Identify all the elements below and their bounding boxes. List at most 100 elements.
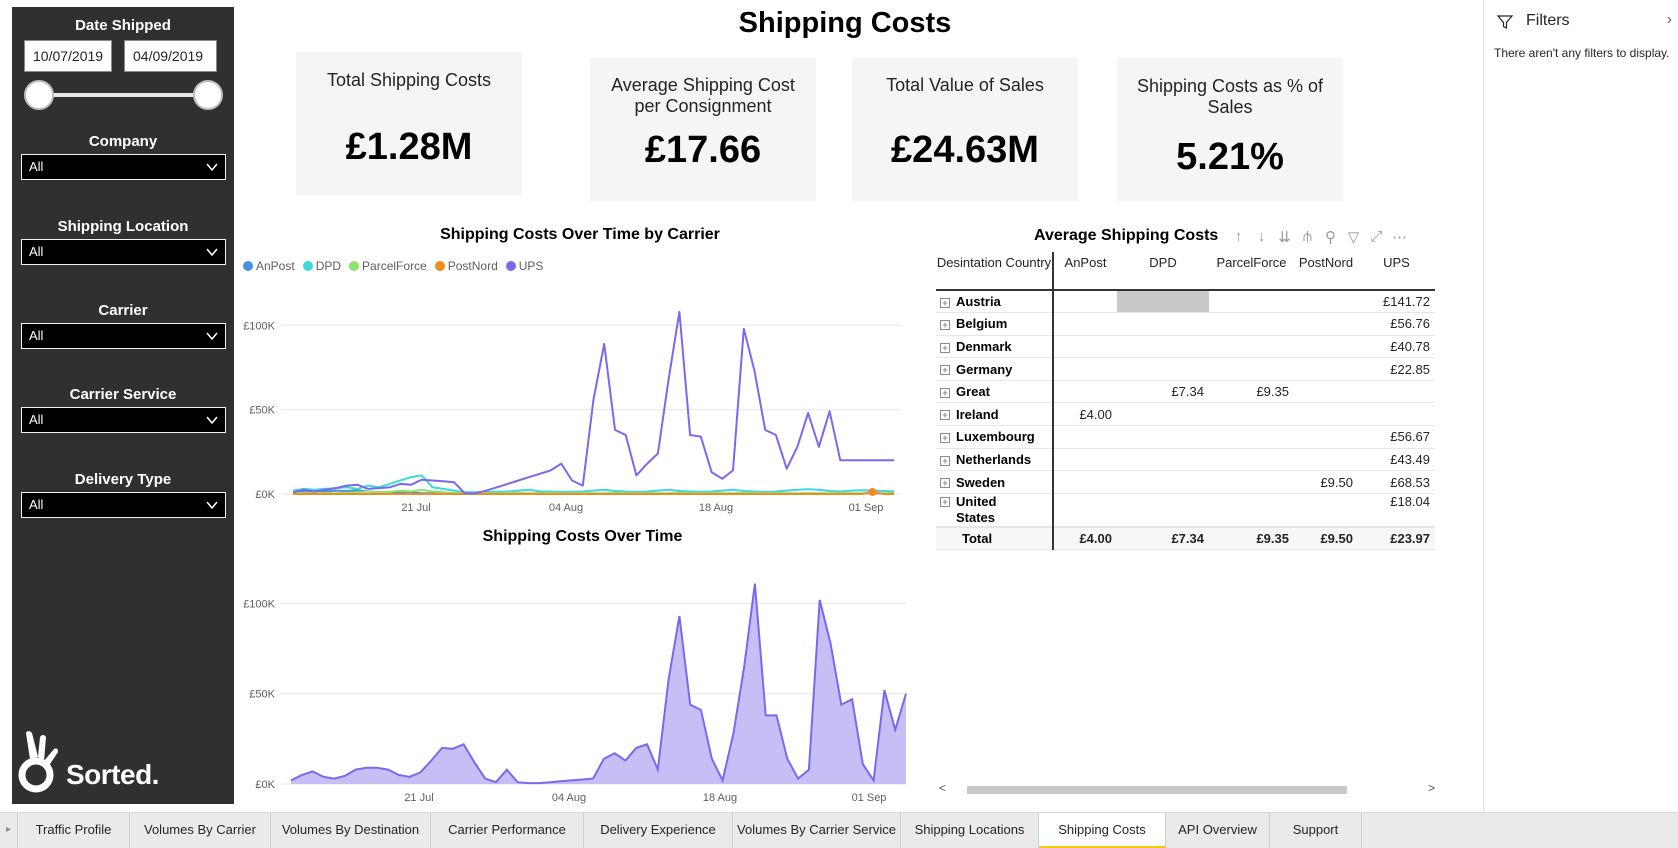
expand-row-icon[interactable]: + — [940, 319, 950, 330]
page-tab[interactable]: Delivery Experience — [584, 813, 733, 848]
area-chart[interactable]: £0K £50K £100K 21 Jul 04 Aug 18 Aug 01 Sep — [236, 570, 910, 806]
expand-row-icon[interactable]: + — [940, 365, 950, 376]
table-cell — [1294, 380, 1358, 404]
collapse-pane-icon[interactable]: › — [1667, 11, 1672, 29]
table-cell — [1117, 402, 1209, 427]
slicer-value: All — [29, 412, 44, 427]
matrix-horizontal-scrollbar[interactable]: < > — [937, 781, 1439, 796]
table-row[interactable]: + Ireland £4.00 — [936, 402, 1435, 427]
kpi-card-average-shipping-cost[interactable]: Average Shipping Cost per Consignment £1… — [590, 58, 816, 201]
row-header[interactable]: + Denmark — [936, 335, 1054, 359]
table-row[interactable]: + Netherlands £43.49 — [936, 448, 1435, 472]
date-end-input[interactable]: 04/09/2019 — [124, 40, 217, 72]
logo-text: Sorted. — [66, 759, 159, 790]
table-row[interactable]: + United States £18.04 — [936, 493, 1435, 528]
column-header[interactable]: AnPost — [1053, 252, 1117, 291]
date-range-end-handle[interactable] — [193, 80, 223, 110]
slicer-dropdown[interactable]: All — [21, 492, 226, 518]
series-line[interactable] — [292, 310, 894, 495]
date-range-start-handle[interactable] — [24, 80, 54, 110]
scrollbar-thumb[interactable] — [967, 786, 1347, 794]
date-start-input[interactable]: 10/07/2019 — [24, 40, 112, 72]
column-header[interactable]: Desintation Country — [936, 252, 1054, 291]
expand-row-icon[interactable]: + — [940, 455, 950, 466]
kpi-card-total-value-of-sales[interactable]: Total Value of Sales £24.63M — [852, 58, 1078, 201]
table-row[interactable]: + Sweden £9.50 £68.53 — [936, 470, 1435, 494]
table-row[interactable]: + Austria £141.72 — [936, 290, 1435, 314]
row-header[interactable]: + Ireland — [936, 402, 1054, 427]
column-header[interactable]: PostNord — [1294, 252, 1358, 291]
table-row[interactable]: + Luxembourg £56.67 — [936, 425, 1435, 449]
page-tab[interactable]: Volumes By Carrier Service — [733, 813, 901, 848]
total-cell: £23.97 — [1358, 525, 1435, 550]
focus-mode-icon[interactable]: ⤢ — [1368, 228, 1385, 246]
series-point[interactable] — [868, 487, 877, 496]
scroll-left-icon[interactable]: < — [939, 781, 946, 795]
slicer-dropdown[interactable]: All — [21, 154, 226, 180]
filter-icon[interactable]: ▽ — [1345, 228, 1362, 246]
filters-empty-message: There aren't any filters to display. — [1494, 46, 1670, 60]
kpi-card-total-shipping-costs[interactable]: Total Shipping Costs £1.28M — [296, 52, 522, 195]
row-header[interactable]: + Germany — [936, 357, 1054, 381]
kpi-card-shipping-costs-pct-sales[interactable]: Shipping Costs as % of Sales 5.21% — [1117, 58, 1343, 201]
legend-item[interactable]: PostNord — [434, 259, 498, 273]
drill-down-icon[interactable]: ↓ — [1253, 228, 1270, 246]
slicer-dropdown[interactable]: All — [21, 407, 226, 433]
table-row[interactable]: + Belgium £56.76 — [936, 312, 1435, 336]
x-tick-label: 04 Aug — [549, 502, 583, 514]
hierarchy-icon[interactable]: ⫛ — [1299, 228, 1316, 246]
series-line[interactable] — [292, 474, 895, 494]
y-tick-label: £0K — [255, 779, 275, 791]
line-chart[interactable]: £0K £50K £100K 21 Jul 04 Aug 18 Aug 01 Sep — [236, 290, 910, 520]
table-cell — [1117, 493, 1209, 528]
legend-item[interactable]: AnPost — [243, 259, 295, 273]
table-row[interactable]: + Great £7.34 £9.35 — [936, 380, 1435, 404]
page-tab[interactable]: Shipping Locations — [901, 813, 1039, 848]
y-tick-label: £0K — [255, 489, 275, 501]
row-header[interactable]: + Belgium — [936, 312, 1054, 336]
y-tick-label: £50K — [249, 689, 275, 701]
row-header[interactable]: + United States — [936, 493, 1054, 528]
table-row[interactable]: + Germany £22.85 — [936, 357, 1435, 381]
page-tab[interactable]: Volumes By Carrier — [130, 813, 271, 848]
pin-icon[interactable]: ⚲ — [1322, 228, 1339, 246]
table-cell — [1053, 425, 1117, 449]
scroll-right-icon[interactable]: > — [1428, 781, 1435, 795]
date-range-track[interactable] — [39, 93, 212, 97]
page-tab[interactable]: Shipping Costs — [1039, 813, 1166, 848]
tab-scroll-left-icon[interactable]: ▸ — [0, 813, 18, 848]
expand-row-icon[interactable]: + — [940, 432, 950, 443]
table-cell: £40.78 — [1358, 335, 1435, 359]
row-header[interactable]: + Sweden — [936, 470, 1054, 494]
total-label: Total — [936, 525, 1054, 550]
page-tab[interactable]: Carrier Performance — [431, 813, 584, 848]
more-options-icon[interactable]: ⋯ — [1391, 228, 1408, 246]
page-tab[interactable]: Traffic Profile — [18, 813, 130, 848]
expand-row-icon[interactable]: + — [940, 497, 950, 508]
column-header[interactable]: UPS — [1358, 252, 1435, 291]
slicer-dropdown[interactable]: All — [21, 323, 226, 349]
expand-row-icon[interactable]: + — [940, 387, 950, 398]
legend-item[interactable]: ParcelForce — [349, 259, 427, 273]
column-header[interactable]: DPD — [1117, 252, 1209, 291]
expand-all-icon[interactable]: ⇊ — [1276, 228, 1293, 246]
table-cell — [1294, 493, 1358, 528]
row-header[interactable]: + Netherlands — [936, 448, 1054, 472]
legend-item[interactable]: UPS — [505, 259, 543, 273]
legend-item[interactable]: DPD — [302, 259, 341, 273]
expand-row-icon[interactable]: + — [940, 342, 950, 353]
drill-up-icon[interactable]: ↑ — [1230, 228, 1247, 246]
row-header[interactable]: + Austria — [936, 290, 1054, 314]
expand-row-icon[interactable]: + — [940, 478, 950, 489]
page-tab[interactable]: API Overview — [1166, 813, 1270, 848]
expand-row-icon[interactable]: + — [940, 297, 950, 308]
table-cell: £9.50 — [1294, 470, 1358, 494]
slicer-dropdown[interactable]: All — [21, 239, 226, 265]
column-header[interactable]: ParcelForce — [1209, 252, 1294, 291]
row-header[interactable]: + Luxembourg — [936, 425, 1054, 449]
page-tab[interactable]: Volumes By Destination — [271, 813, 431, 848]
table-row[interactable]: + Denmark £40.78 — [936, 335, 1435, 359]
row-header[interactable]: + Great — [936, 380, 1054, 404]
page-tab[interactable]: Support — [1270, 813, 1362, 848]
expand-row-icon[interactable]: + — [940, 410, 950, 421]
